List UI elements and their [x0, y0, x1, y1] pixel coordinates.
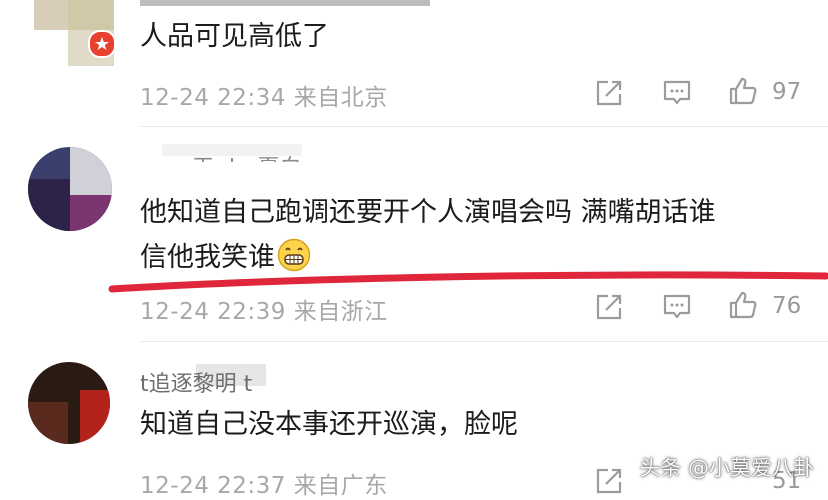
thumbs-up-icon[interactable] [728, 290, 758, 320]
comment-location: 来自广东 [293, 473, 388, 499]
comment-meta: 12-24 22:37 来自广东 [140, 466, 388, 500]
avatar[interactable] [28, 362, 110, 444]
share-icon[interactable] [594, 466, 624, 496]
comment-meta: 12-24 22:39 来自浙江 [140, 292, 388, 326]
share-icon[interactable] [594, 292, 624, 322]
username[interactable]: t追逐黎明 t [140, 366, 252, 398]
divider [140, 341, 828, 342]
comment-location: 来自浙江 [293, 299, 388, 325]
watermark: 头条 @小莫爱八卦 [639, 456, 814, 480]
comment-icon[interactable] [662, 292, 692, 322]
comment-date: 12-24 22:37 [140, 473, 286, 499]
comment-text: 知道自己没本事还开巡演，脸呢 [140, 409, 518, 440]
like-count: 76 [772, 293, 802, 319]
comment-date: 12-24 22:39 [140, 299, 286, 325]
